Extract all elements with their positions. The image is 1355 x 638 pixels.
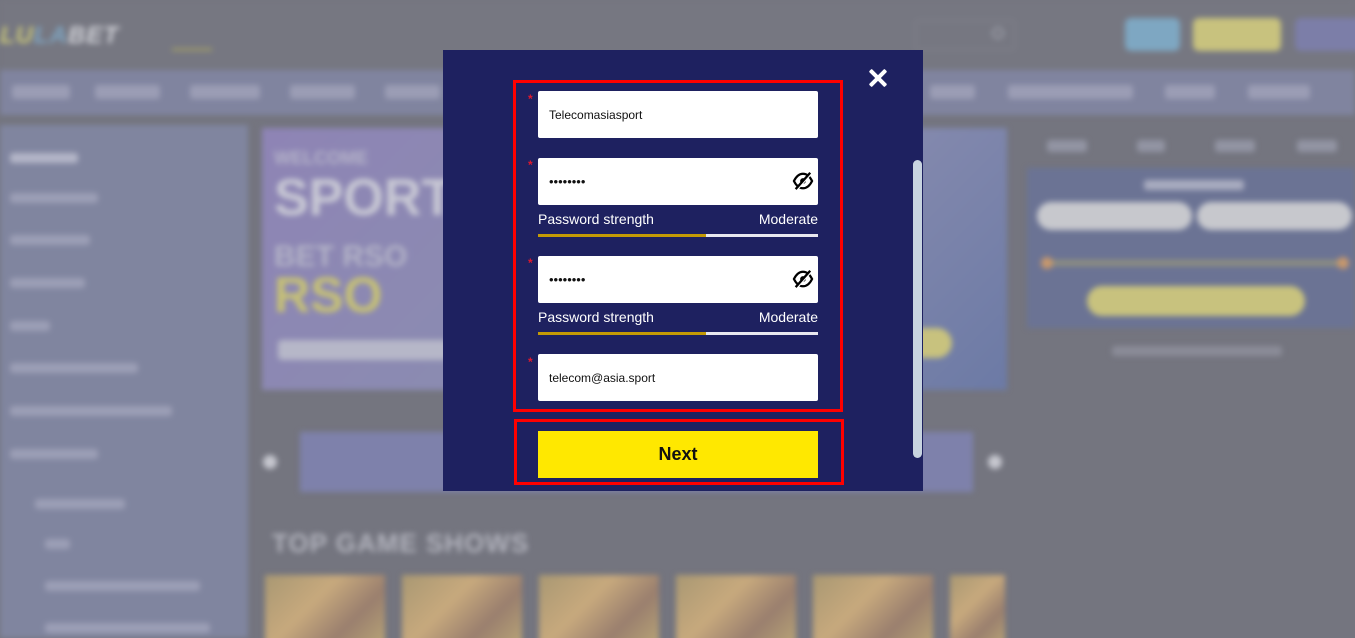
banner-text: WELCOME [274, 148, 368, 168]
game-thumbnail [813, 575, 933, 638]
banner-text: RSO [274, 267, 383, 323]
sub-nav-item [1248, 85, 1310, 99]
modal-scrollbar[interactable] [913, 160, 922, 458]
sidebar-item [10, 406, 172, 416]
password-strength-level: Moderate [758, 211, 818, 227]
top-nav-item [260, 26, 310, 36]
sub-nav-item [1165, 85, 1215, 99]
top-nav-item [552, 26, 622, 36]
next-button[interactable]: Next [538, 431, 818, 478]
password-strength-fill [538, 234, 706, 237]
chevron-right-icon [988, 455, 1002, 469]
sub-nav-item [12, 85, 70, 99]
username-field[interactable] [538, 91, 818, 138]
sidebar-item [45, 581, 200, 591]
sidebar-item [10, 278, 85, 288]
game-thumbnails [265, 575, 1005, 638]
search-icon [992, 27, 1004, 39]
sidebar-item [45, 539, 70, 549]
top-nav-item [358, 26, 396, 36]
top-nav-item [170, 26, 212, 36]
sub-nav-item [190, 85, 260, 99]
game-thumbnail [539, 575, 659, 638]
sidebar-item [10, 449, 98, 459]
required-asterisk: * [528, 256, 533, 270]
login-button [1125, 18, 1180, 51]
password-strength-label: Password strength [538, 309, 654, 325]
top-nav-item [670, 26, 720, 36]
password-strength-bar [538, 234, 818, 237]
close-icon[interactable] [867, 67, 889, 89]
password-strength-label: Password strength [538, 211, 654, 227]
required-asterisk: * [528, 92, 533, 106]
sidebar-item [10, 193, 98, 203]
top-nav-item [846, 26, 876, 36]
password-field-wrapper [538, 158, 818, 205]
slider-handle [1337, 257, 1349, 269]
calculator-input [1197, 202, 1352, 230]
signup-button [1193, 18, 1281, 51]
password-strength: Password strength Moderate [538, 211, 818, 237]
password-strength-bar [538, 332, 818, 335]
required-asterisk: * [528, 158, 533, 172]
sub-nav-item [1008, 85, 1133, 99]
sidebar-item [10, 321, 50, 331]
active-nav-underline [172, 48, 212, 51]
slider-handle [1041, 257, 1053, 269]
banner-pill [278, 340, 448, 360]
site-logo: LULABET [0, 22, 119, 49]
panel-tab [1215, 140, 1255, 152]
calculator-input [1037, 202, 1192, 230]
sidebar-heading [10, 153, 78, 163]
email-field[interactable] [538, 354, 818, 401]
panel-tab [1047, 140, 1087, 152]
search-input [915, 20, 1015, 50]
sub-nav-item [290, 85, 355, 99]
calculator-button [1087, 286, 1305, 316]
panel-tab [1297, 140, 1337, 152]
sub-nav-item [930, 85, 975, 99]
email-field-wrapper [538, 354, 818, 401]
eye-slash-icon[interactable] [792, 171, 814, 191]
game-thumbnail [265, 575, 385, 638]
panel-tab [1137, 140, 1165, 152]
calculator-slider [1042, 260, 1342, 266]
bet-calculator-panel [1027, 128, 1355, 356]
top-nav-item [768, 26, 798, 36]
registration-modal: * * Password strength Moderate * [443, 50, 923, 491]
sidebar-item [10, 363, 138, 373]
panel-note [1112, 346, 1282, 356]
calculator-title [1144, 180, 1244, 190]
confirm-password-field-wrapper [538, 256, 818, 303]
password-field[interactable] [538, 158, 818, 205]
game-thumbnail [402, 575, 522, 638]
chevron-left-icon [263, 455, 277, 469]
game-thumbnail [676, 575, 796, 638]
sub-nav-item [385, 85, 440, 99]
confirm-password-field[interactable] [538, 256, 818, 303]
required-asterisk: * [528, 355, 533, 369]
confirm-password-strength: Password strength Moderate [538, 309, 818, 335]
top-nav [170, 26, 876, 51]
game-thumbnail [950, 575, 1005, 638]
section-title: TOP GAME SHOWS [272, 528, 530, 558]
calculator-box [1027, 168, 1355, 328]
password-strength-level: Moderate [758, 309, 818, 325]
sidebar [0, 125, 248, 638]
language-button [1295, 18, 1355, 51]
eye-slash-icon[interactable] [792, 269, 814, 289]
top-nav-item [444, 26, 504, 36]
password-strength-fill [538, 332, 706, 335]
username-field-wrapper [538, 91, 818, 138]
sidebar-item [35, 499, 125, 509]
sub-nav-item [95, 85, 160, 99]
sidebar-item [45, 623, 210, 633]
sidebar-item [10, 235, 90, 245]
